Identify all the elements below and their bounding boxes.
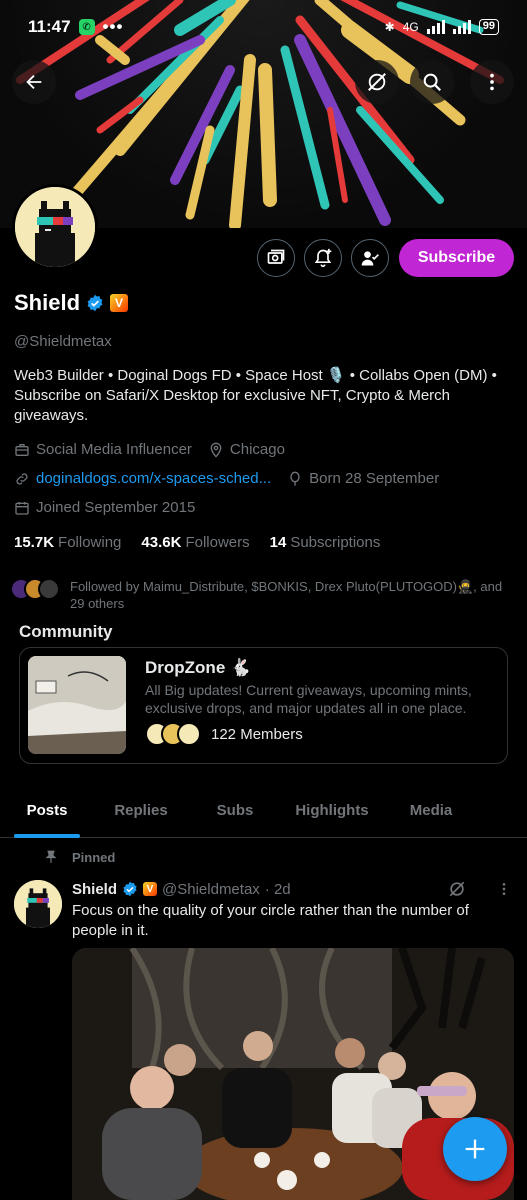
bell-plus-icon xyxy=(314,248,332,268)
search-icon xyxy=(423,73,442,92)
pinned-indicator: Pinned xyxy=(44,849,115,865)
verified-badge-icon xyxy=(123,881,137,897)
follower-avatar xyxy=(38,578,60,600)
profile-birthday: Born 28 September xyxy=(309,470,440,487)
whatsapp-icon: ✆ xyxy=(78,19,95,35)
verified-badge-icon[interactable] xyxy=(86,294,104,312)
profile-handle: @Shieldmetax xyxy=(14,333,112,350)
money-icon xyxy=(267,249,285,264)
compose-post-button[interactable] xyxy=(443,1117,507,1181)
view-subscriptions-button[interactable] xyxy=(257,239,295,277)
post-author-name[interactable]: Shield xyxy=(72,881,117,898)
post-author-handle[interactable]: @Shieldmetax xyxy=(162,881,260,898)
bluetooth-icon: ✱ xyxy=(384,20,395,34)
followers-count: 43.6K xyxy=(141,534,182,551)
profile-stats: 15.7K Following 43.6K Followers 14 Subscrip… xyxy=(14,534,380,551)
link-icon xyxy=(16,472,28,485)
community-description: All Big updates! Current giveaways, upco… xyxy=(145,682,472,716)
tab-subs[interactable]: Subs xyxy=(204,788,266,838)
profile-location: Chicago xyxy=(229,441,285,458)
post-author-avatar[interactable] xyxy=(14,880,62,928)
search-button[interactable] xyxy=(410,60,454,104)
following-button[interactable] xyxy=(351,239,389,277)
pin-icon xyxy=(45,850,57,863)
grok-icon xyxy=(368,73,386,91)
signal-icon-2 xyxy=(452,20,471,34)
notifications-button[interactable] xyxy=(304,239,342,277)
battery-level: 99 xyxy=(478,19,499,35)
post-time: · 2d xyxy=(264,880,291,898)
briefcase-icon xyxy=(15,443,29,456)
following-count: 15.7K xyxy=(14,534,55,551)
subscriptions-stat[interactable]: 14 Subscriptions xyxy=(270,534,381,551)
meta-row-2: doginaldogs.com/x-spaces-sched... Born 2… xyxy=(14,470,439,487)
profile-name-row: Shield V xyxy=(14,290,129,316)
more-vertical-icon xyxy=(490,73,494,91)
subscriptions-label: Subscriptions xyxy=(290,534,381,551)
more-button[interactable] xyxy=(470,60,514,104)
back-button[interactable] xyxy=(12,60,56,104)
location-icon xyxy=(210,442,222,458)
profile-tabs: Posts Replies Subs Highlights Media xyxy=(0,788,527,838)
profile-joined: Joined September 2015 xyxy=(36,499,196,516)
tab-media[interactable]: Media xyxy=(398,788,464,838)
member-avatar xyxy=(177,722,201,746)
post-text: Focus on the quality of your circle rath… xyxy=(72,902,469,939)
arrow-left-icon xyxy=(26,74,42,90)
profile-avatar[interactable] xyxy=(12,184,98,270)
community-member-count: 122 Members xyxy=(211,725,303,743)
notification-dots: ••• xyxy=(102,17,124,36)
calendar-icon xyxy=(15,501,29,515)
subscribe-button[interactable]: Subscribe xyxy=(399,239,514,277)
profile-name: Shield xyxy=(14,290,81,315)
profile-category: Social Media Influencer xyxy=(36,441,192,458)
followed-by[interactable]: Followed by Maimu_Distribute, $BONKIS, D… xyxy=(10,578,515,612)
member-avatars xyxy=(145,722,201,746)
status-bar: 11:47 ✆ ••• ✱ 4G 99 xyxy=(0,0,527,54)
tab-posts[interactable]: Posts xyxy=(14,788,80,838)
sneaker-image xyxy=(28,656,126,754)
status-time: 11:47 xyxy=(28,17,71,36)
profile-website-link[interactable]: doginaldogs.com/x-spaces-sched... xyxy=(36,470,271,487)
meta-row-3: Joined September 2015 xyxy=(14,499,195,516)
status-right: ✱ 4G 99 xyxy=(385,19,499,35)
tab-replies[interactable]: Replies xyxy=(98,788,184,838)
subscriptions-count: 14 xyxy=(269,534,287,551)
balloon-icon xyxy=(290,471,300,486)
following-label: Following xyxy=(58,534,122,551)
user-check-icon xyxy=(361,251,379,266)
post-header: Shield V @Shieldmetax · 2d xyxy=(72,879,512,899)
pixel-cat-avatar xyxy=(15,187,95,267)
grok-icon[interactable] xyxy=(447,879,467,899)
plus-icon xyxy=(465,1139,485,1159)
pinned-label: Pinned xyxy=(72,849,116,865)
tab-highlights[interactable]: Highlights xyxy=(286,788,378,838)
community-section-title: Community xyxy=(19,622,113,641)
more-vertical-icon[interactable] xyxy=(496,881,512,897)
community-name[interactable]: DropZone 🐇 xyxy=(145,658,251,678)
meta-row-1: Social Media Influencer Chicago xyxy=(14,441,285,458)
signal-icon xyxy=(426,20,445,34)
community-card[interactable]: DropZone 🐇 All Big updates! Current give… xyxy=(19,647,508,764)
affiliate-badge-icon[interactable]: V xyxy=(110,294,129,312)
grok-button[interactable] xyxy=(355,60,399,104)
profile-bio: Web3 Builder • Doginal Dogs FD • Space H… xyxy=(14,367,497,424)
followed-by-text: Followed by Maimu_Distribute, $BONKIS, D… xyxy=(70,579,503,611)
affiliate-badge-icon: V xyxy=(143,882,158,896)
network-label: 4G xyxy=(402,20,419,34)
following-stat[interactable]: 15.7K Following xyxy=(14,534,121,551)
community-thumbnail xyxy=(28,656,126,754)
pixel-cat-avatar xyxy=(14,880,62,928)
followers-label: Followers xyxy=(185,534,250,551)
followers-stat[interactable]: 43.6K Followers xyxy=(141,534,249,551)
community-members: 122 Members xyxy=(145,722,303,746)
followed-by-avatars xyxy=(10,578,60,612)
